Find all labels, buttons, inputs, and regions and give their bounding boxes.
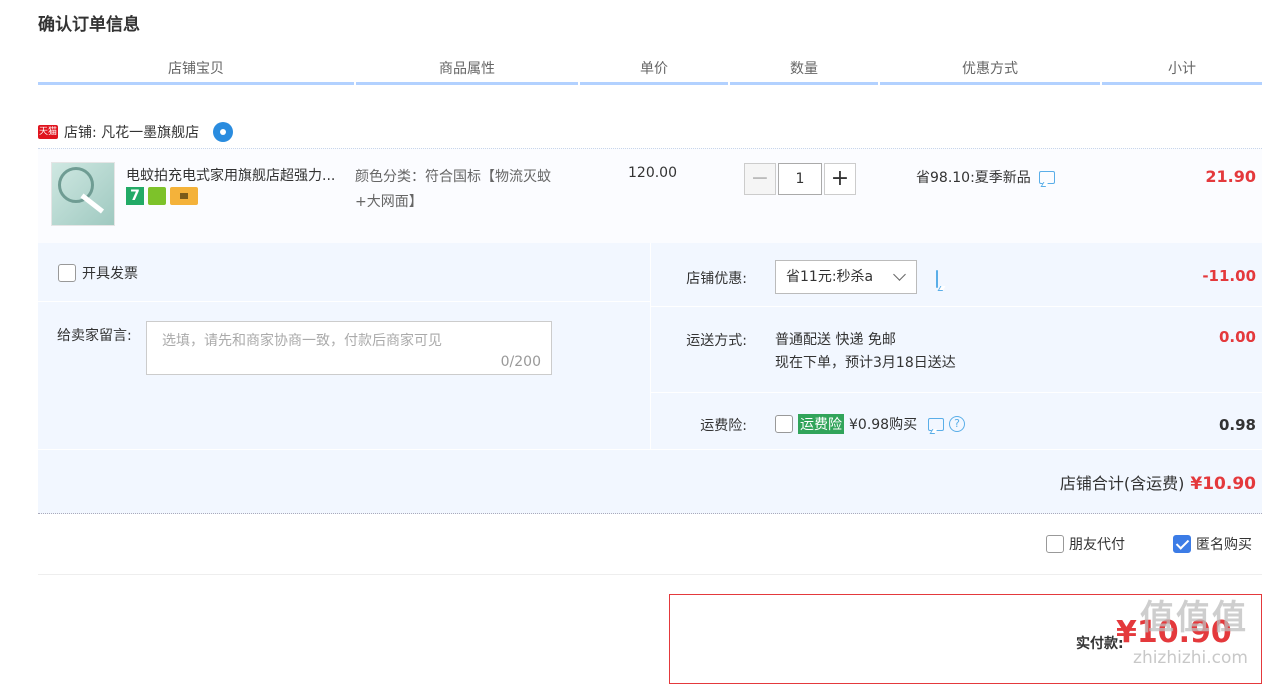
increase-quantity-button[interactable]: + xyxy=(824,163,856,195)
shop-total-value: ¥10.90 xyxy=(1190,474,1256,494)
order-item-row: 电蚊拍充电式家用旗舰店超强力... 7 颜色分类：符合国标【物流灭蚊 +大网面】… xyxy=(38,148,1262,243)
anonymous-checkbox[interactable] xyxy=(1173,535,1191,553)
promotion-text: 省98.10:夏季新品 xyxy=(916,170,1031,186)
invoice-label: 开具发票 xyxy=(82,266,138,282)
watermark-url: zhizhizhi.com xyxy=(1133,648,1248,668)
quantity-stepper: − 1 + xyxy=(744,163,856,195)
header-attributes: 商品属性 xyxy=(356,58,578,85)
tmall-icon: 天猫 xyxy=(38,125,58,139)
item-subtotal: 21.90 xyxy=(1205,167,1256,186)
shop-discount-select[interactable]: 省11元:秒杀a xyxy=(775,260,917,294)
insurance-value: 0.98 xyxy=(1218,416,1256,434)
guarantee-shield-icon xyxy=(148,187,166,205)
wangwang-chat-icon[interactable] xyxy=(213,122,234,142)
message-char-count: 0/200 xyxy=(500,354,541,370)
shop-discount-value: -11.00 xyxy=(1202,267,1256,285)
header-shop-item: 店铺宝贝 xyxy=(38,58,354,85)
shop-discount-label: 店铺优惠: xyxy=(686,271,747,287)
divider xyxy=(38,574,1262,575)
anonymous-option[interactable]: 匿名购买 xyxy=(1173,534,1252,554)
shop-row: 天猫 店铺: 凡花一墨旗舰店 xyxy=(38,120,234,144)
header-quantity: 数量 xyxy=(730,58,878,85)
product-thumbnail[interactable] xyxy=(51,162,115,226)
shipping-method: 普通配送 快递 免邮 现在下单，预计3月18日送达 xyxy=(775,332,956,371)
friend-pay-option[interactable]: 朋友代付 xyxy=(1046,534,1125,554)
shipping-label: 运送方式: xyxy=(686,333,747,349)
shop-charges-panel: 店铺优惠: 省11元:秒杀a -11.00 运送方式: 普通配送 快递 免邮 现… xyxy=(651,243,1262,449)
seven-day-return-icon: 7 xyxy=(126,187,144,205)
header-unit-price: 单价 xyxy=(580,58,728,85)
shop-name[interactable]: 店铺: 凡花一墨旗舰店 xyxy=(64,122,199,142)
seller-message-textarea[interactable]: 选填，请先和商家协商一致，付款后商家可见 0/200 xyxy=(146,321,552,375)
header-discount: 优惠方式 xyxy=(880,58,1100,85)
shop-total-bar: 店铺合计(含运费) ¥10.90 xyxy=(38,450,1262,514)
shop-total-label: 店铺合计(含运费) xyxy=(1059,474,1185,493)
invoice-checkbox[interactable] xyxy=(58,264,76,282)
product-attributes: 颜色分类：符合国标【物流灭蚊 +大网面】 xyxy=(355,169,551,210)
product-title[interactable]: 电蚊拍充电式家用旗舰店超强力... xyxy=(126,165,350,185)
table-header: 店铺宝贝 商品属性 单价 数量 优惠方式 小计 xyxy=(38,58,1262,85)
unit-price: 120.00 xyxy=(628,165,677,181)
shipping-insurance-option[interactable]: 运费险 ¥0.98购买 ? xyxy=(775,414,966,434)
purchase-options: 朋友代付 匿名购买 xyxy=(1046,534,1252,554)
header-subtotal: 小计 xyxy=(1102,58,1262,85)
invoice-option[interactable]: 开具发票 xyxy=(58,263,138,283)
anonymous-label: 匿名购买 xyxy=(1196,537,1252,553)
watermark-logo: 值值值 xyxy=(1140,598,1248,638)
friend-pay-checkbox[interactable] xyxy=(1046,535,1064,553)
insurance-price: ¥0.98购买 xyxy=(849,417,918,433)
credit-card-icon xyxy=(170,187,198,205)
comment-icon[interactable] xyxy=(936,270,938,288)
insurance-checkbox[interactable] xyxy=(775,415,793,433)
comment-icon[interactable] xyxy=(928,417,945,431)
comment-icon[interactable] xyxy=(1038,170,1055,184)
page-title: 确认订单信息 xyxy=(38,15,140,35)
friend-pay-label: 朋友代付 xyxy=(1069,537,1125,553)
shipping-fee: 0.00 xyxy=(1218,328,1256,346)
buyer-options-panel: 开具发票 给卖家留言: 选填，请先和商家协商一致，付款后商家可见 0/200 xyxy=(38,243,650,449)
insurance-tag: 运费险 xyxy=(798,414,844,434)
item-promotion: 省98.10:夏季新品 xyxy=(916,167,1055,187)
service-badges: 7 xyxy=(126,187,198,205)
message-label: 给卖家留言: xyxy=(57,328,132,344)
help-icon[interactable]: ? xyxy=(949,416,966,432)
shop-total: 店铺合计(含运费) ¥10.90 xyxy=(1060,470,1256,494)
chevron-down-icon xyxy=(893,268,906,281)
quantity-input[interactable]: 1 xyxy=(778,163,822,195)
message-placeholder: 选填，请先和商家协商一致，付款后商家可见 xyxy=(162,333,442,349)
decrease-quantity-button[interactable]: − xyxy=(744,163,776,195)
insurance-label: 运费险: xyxy=(700,418,747,434)
